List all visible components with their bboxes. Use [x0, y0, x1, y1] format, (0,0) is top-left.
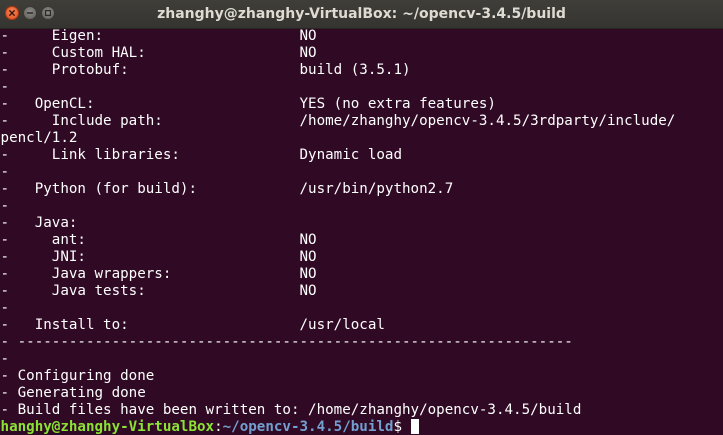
terminal-line: -- [0, 198, 10, 214]
prompt-symbol: $ [393, 419, 403, 435]
prompt-path: ~/opencv-3.4.5/build [222, 419, 394, 435]
terminal-line: -- Link libraries: Dynamic load [0, 147, 402, 163]
terminal-line: -- Include path: /home/zhanghy/opencv-3.… [0, 113, 676, 129]
terminal-line: -- JNI: NO [0, 249, 317, 265]
terminal-line: -- Eigen: NO [0, 28, 317, 44]
terminal-line: -- Python (for build): /usr/bin/python2.… [0, 181, 454, 197]
terminal-line: -- Configuring done [0, 368, 155, 384]
prompt-user-host: zhanghy@zhanghy-VirtualBox [0, 419, 215, 435]
terminal-line: -- Generating done [0, 385, 146, 401]
terminal-line: -- Java wrappers: NO [0, 266, 317, 282]
terminal-line: -- Java: [0, 215, 78, 231]
title-bar[interactable]: zhanghy@zhanghy-VirtualBox: ~/opencv-3.4… [0, 0, 723, 29]
terminal-line: -- OpenCL: YES (no extra features) [0, 96, 496, 112]
text-cursor[interactable] [411, 419, 420, 434]
terminal-line: -- Install to: /usr/local [0, 317, 385, 333]
terminal-line: -- Java tests: NO [0, 283, 317, 299]
terminal-output[interactable]: -- Eigen: NO -- Custom HAL: NO -- Protob… [0, 28, 723, 435]
prompt-separator: : [214, 419, 223, 435]
terminal-line: -- [0, 164, 10, 180]
terminal-line: -- ant: NO [0, 232, 317, 248]
terminal-line: -- Custom HAL: NO [0, 45, 317, 61]
shell-prompt[interactable]: zhanghy@zhanghy-VirtualBox:~/opencv-3.4.… [0, 419, 723, 435]
terminal-line: -- -------------------------------------… [0, 334, 573, 350]
terminal-line: opencl/1.2 [0, 130, 78, 146]
terminal-line: -- [0, 79, 10, 95]
window-title: zhanghy@zhanghy-VirtualBox: ~/opencv-3.4… [157, 6, 566, 22]
terminal-line: -- Build files have been written to: /ho… [0, 402, 582, 418]
terminal-line: -- Protobuf: build (3.5.1) [0, 62, 411, 78]
terminal-line: -- [0, 300, 10, 316]
terminal-window: zhanghy@zhanghy-VirtualBox: ~/opencv-3.4… [0, 0, 723, 435]
terminal-line: -- [0, 351, 10, 367]
